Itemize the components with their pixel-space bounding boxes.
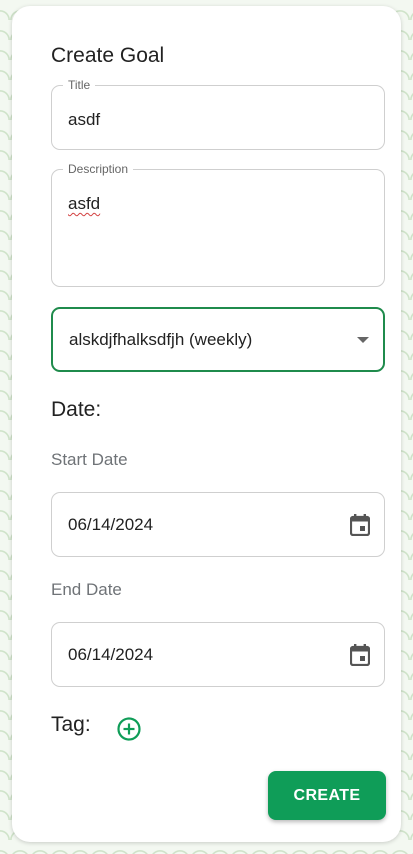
description-field-label: Description	[63, 161, 134, 177]
calendar-icon[interactable]	[350, 514, 370, 536]
title-field[interactable]: Title asdf	[51, 77, 385, 150]
description-field[interactable]: Description asfd	[51, 161, 385, 287]
caret-down-icon[interactable]	[357, 337, 369, 343]
start-date-value[interactable]: 06/14/2024	[68, 515, 153, 535]
create-button[interactable]: CREATE	[268, 771, 386, 820]
create-goal-card: Create Goal Title asdf Description asfd …	[12, 6, 401, 842]
plus-circle-icon[interactable]	[116, 716, 142, 742]
date-section-label: Date:	[51, 398, 102, 421]
calendar-icon[interactable]	[350, 644, 370, 666]
start-date-label: Start Date	[51, 450, 128, 469]
goal-select-value: alskdjfhalksdfjh (weekly)	[69, 330, 253, 349]
description-input-value[interactable]: asfd	[68, 194, 100, 214]
title-input-value[interactable]: asdf	[68, 110, 100, 130]
end-date-value[interactable]: 06/14/2024	[68, 645, 153, 665]
start-date-field[interactable]: 06/14/2024	[51, 492, 385, 557]
goal-select[interactable]: alskdjfhalksdfjh (weekly)	[51, 307, 385, 372]
tag-label: Tag:	[51, 713, 91, 736]
page-title: Create Goal	[51, 44, 165, 67]
title-field-label: Title	[63, 77, 96, 93]
end-date-label: End Date	[51, 580, 122, 599]
end-date-field[interactable]: 06/14/2024	[51, 622, 385, 687]
